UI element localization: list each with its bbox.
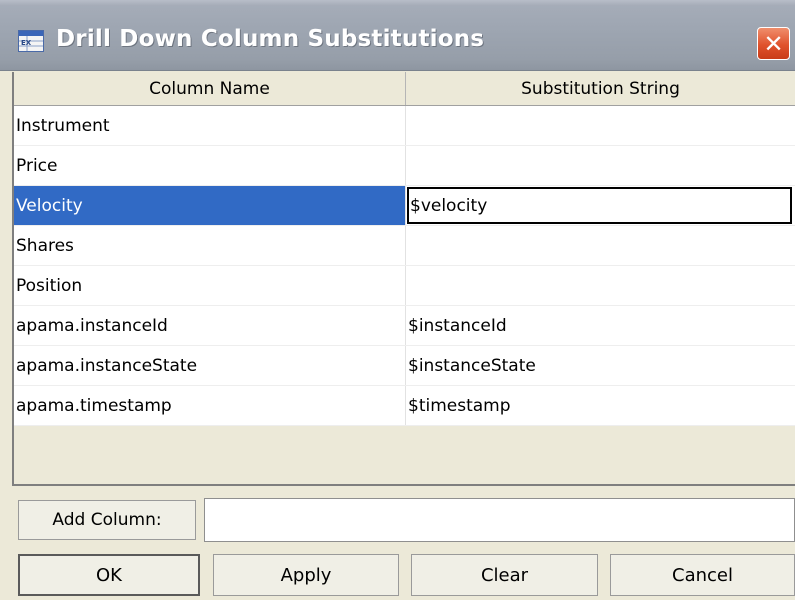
table-row[interactable]: apama.timestamp $timestamp bbox=[14, 386, 795, 426]
table-border bbox=[12, 484, 795, 486]
column-name-cell[interactable]: Price bbox=[14, 146, 406, 185]
substitution-cell[interactable] bbox=[406, 146, 795, 185]
table-row[interactable]: Instrument bbox=[14, 106, 795, 146]
table-row[interactable]: Shares bbox=[14, 226, 795, 266]
table-body: Instrument Price Velocity $velocity Shar… bbox=[14, 106, 795, 426]
table-row[interactable]: Price bbox=[14, 146, 795, 186]
table-row[interactable]: Position bbox=[14, 266, 795, 306]
table-app-icon: EX bbox=[18, 30, 44, 52]
substitution-cell-editor[interactable]: $velocity bbox=[407, 187, 792, 224]
substitution-cell[interactable] bbox=[406, 106, 795, 145]
ok-button[interactable]: OK bbox=[18, 554, 200, 596]
cancel-button[interactable]: Cancel bbox=[610, 554, 795, 596]
dialog-window: EX Drill Down Column Substitutions ✕ Col… bbox=[0, 0, 795, 600]
table-header: Column Name Substitution String bbox=[14, 72, 795, 106]
substitution-cell[interactable] bbox=[406, 266, 795, 305]
svg-text:EX: EX bbox=[21, 39, 32, 47]
substitution-cell[interactable]: $instanceId bbox=[406, 306, 795, 345]
column-name-cell[interactable]: apama.instanceState bbox=[14, 346, 406, 385]
substitution-cell[interactable]: $timestamp bbox=[406, 386, 795, 425]
window-title: Drill Down Column Substitutions bbox=[56, 26, 485, 52]
title-bar[interactable]: EX Drill Down Column Substitutions ✕ bbox=[0, 0, 795, 71]
substitution-cell[interactable] bbox=[406, 226, 795, 265]
column-name-cell[interactable]: apama.timestamp bbox=[14, 386, 406, 425]
column-name-cell[interactable]: Instrument bbox=[14, 106, 406, 145]
table-row[interactable]: apama.instanceState $instanceState bbox=[14, 346, 795, 386]
close-button[interactable]: ✕ bbox=[757, 27, 790, 60]
close-icon: ✕ bbox=[763, 29, 784, 58]
table-row[interactable]: apama.instanceId $instanceId bbox=[14, 306, 795, 346]
add-column-input[interactable] bbox=[204, 498, 795, 542]
substitution-cell[interactable]: $instanceState bbox=[406, 346, 795, 385]
column-name-cell[interactable]: apama.instanceId bbox=[14, 306, 406, 345]
apply-button[interactable]: Apply bbox=[213, 554, 399, 596]
column-header-substitution-string[interactable]: Substitution String bbox=[406, 72, 795, 105]
column-header-column-name[interactable]: Column Name bbox=[14, 72, 406, 105]
table-row[interactable]: Velocity $velocity bbox=[14, 186, 795, 226]
column-name-cell[interactable]: Shares bbox=[14, 226, 406, 265]
add-column-button[interactable]: Add Column: bbox=[18, 500, 196, 540]
clear-button[interactable]: Clear bbox=[411, 554, 598, 596]
column-name-cell[interactable]: Position bbox=[14, 266, 406, 305]
column-name-cell[interactable]: Velocity bbox=[14, 186, 406, 225]
